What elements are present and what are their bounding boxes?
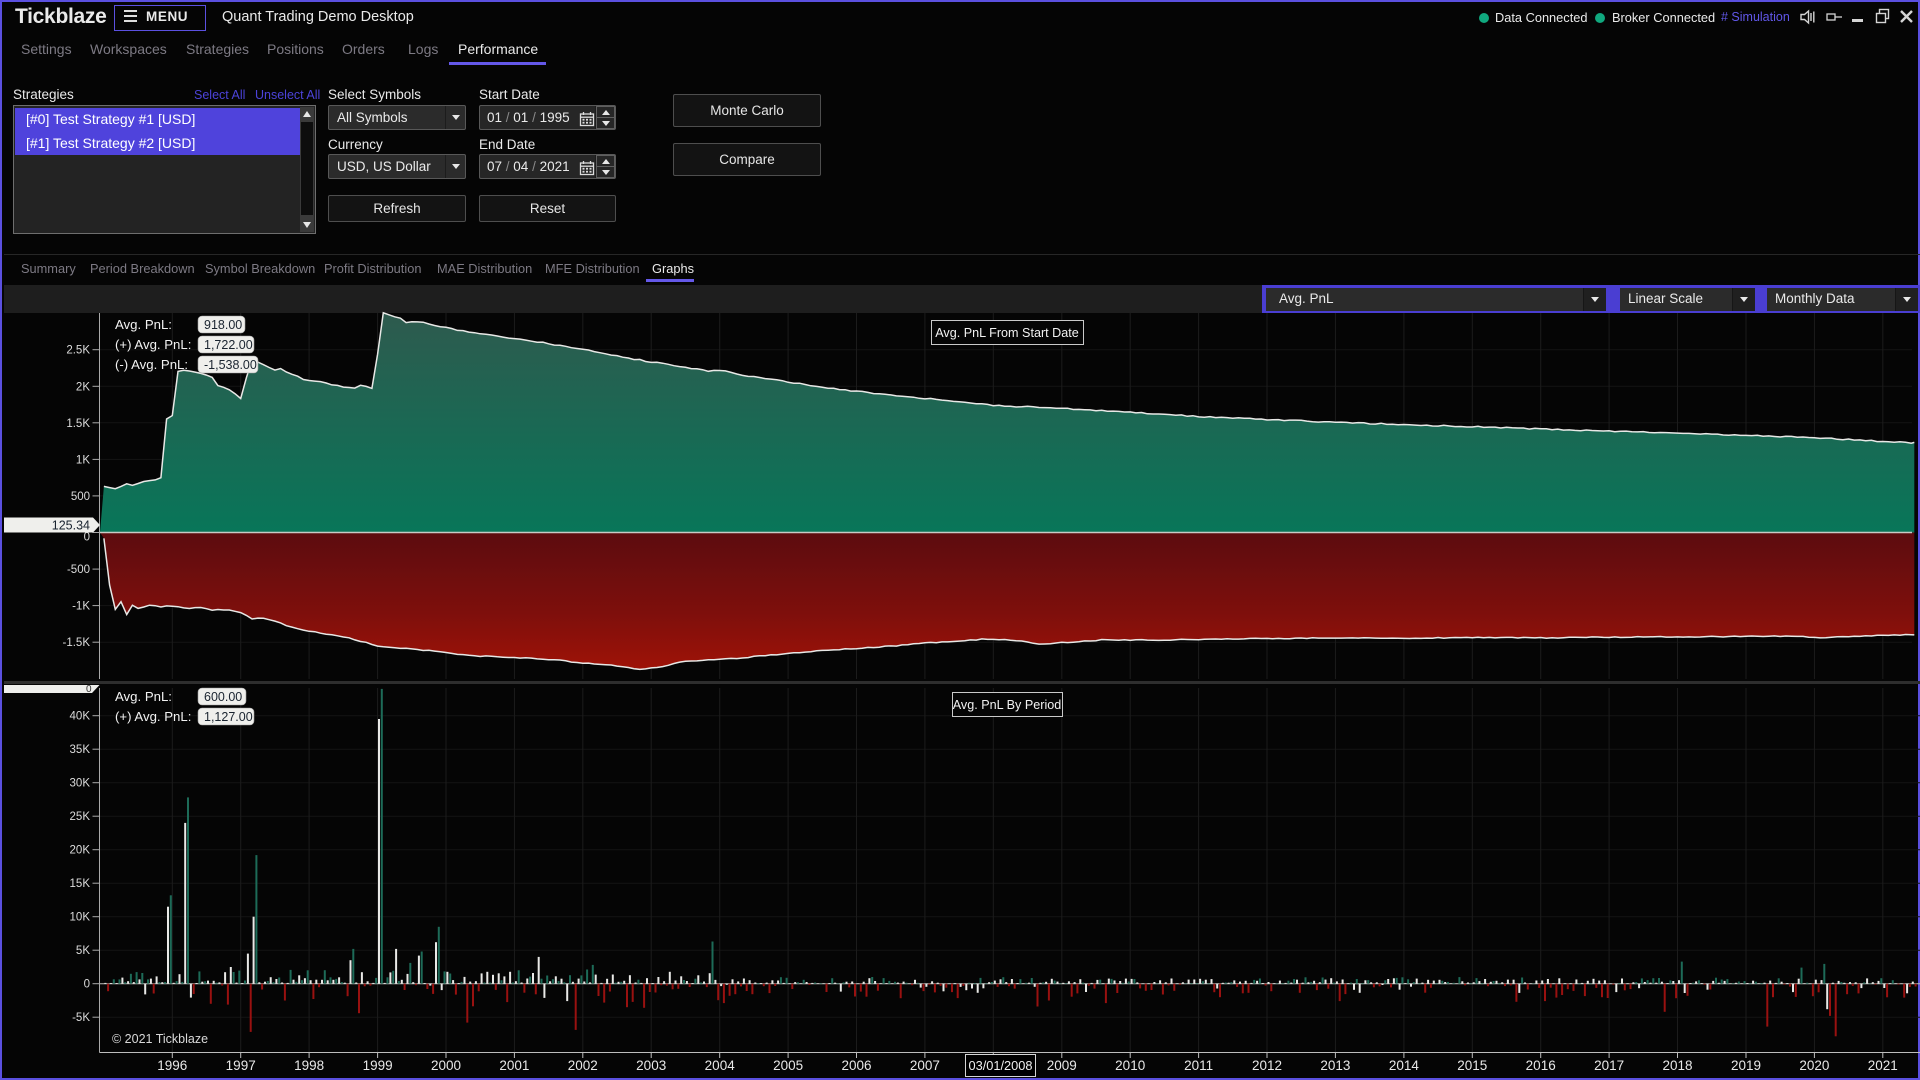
- svg-text:20K: 20K: [70, 845, 91, 857]
- svg-text:1996: 1996: [157, 1058, 187, 1073]
- svg-text:1.5K: 1.5K: [66, 418, 90, 430]
- svg-text:1997: 1997: [226, 1058, 256, 1073]
- svg-text:2003: 2003: [636, 1058, 666, 1073]
- svg-text:1K: 1K: [76, 454, 90, 466]
- svg-text:1998: 1998: [294, 1058, 324, 1073]
- svg-text:30K: 30K: [70, 778, 91, 790]
- svg-text:-1,538.00: -1,538.00: [204, 358, 257, 372]
- svg-text:2006: 2006: [841, 1058, 871, 1073]
- svg-text:1,127.00: 1,127.00: [204, 710, 253, 724]
- svg-text:-1.5K: -1.5K: [63, 637, 91, 649]
- svg-text:5K: 5K: [76, 945, 90, 957]
- svg-text:2015: 2015: [1457, 1058, 1487, 1073]
- svg-text:2017: 2017: [1594, 1058, 1624, 1073]
- svg-text:Avg. PnL:: Avg. PnL:: [115, 689, 172, 704]
- svg-text:25K: 25K: [70, 811, 91, 823]
- svg-text:Avg. PnL:: Avg. PnL:: [115, 317, 172, 332]
- svg-text:2012: 2012: [1252, 1058, 1282, 1073]
- svg-text:35K: 35K: [70, 744, 91, 756]
- svg-text:(+) Avg. PnL:: (+) Avg. PnL:: [115, 337, 191, 352]
- svg-text:2001: 2001: [499, 1058, 529, 1073]
- svg-text:600.00: 600.00: [204, 690, 242, 704]
- svg-text:2018: 2018: [1662, 1058, 1692, 1073]
- svg-text:2021: 2021: [1868, 1058, 1898, 1073]
- svg-text:2K: 2K: [76, 381, 90, 393]
- svg-text:2000: 2000: [431, 1058, 461, 1073]
- svg-text:2016: 2016: [1526, 1058, 1556, 1073]
- svg-text:15K: 15K: [70, 878, 91, 890]
- svg-text:1,722.00: 1,722.00: [204, 338, 253, 352]
- svg-text:-5K: -5K: [72, 1012, 90, 1024]
- svg-text:1999: 1999: [363, 1058, 393, 1073]
- svg-text:-500: -500: [67, 564, 90, 576]
- svg-text:10K: 10K: [70, 912, 91, 924]
- svg-text:2005: 2005: [773, 1058, 803, 1073]
- svg-text:2011: 2011: [1184, 1058, 1213, 1073]
- svg-text:-1K: -1K: [72, 601, 90, 613]
- svg-text:0: 0: [84, 532, 90, 544]
- svg-text:03/01/2008: 03/01/2008: [968, 1058, 1032, 1073]
- svg-text:(-) Avg. PnL:: (-) Avg. PnL:: [115, 357, 188, 372]
- svg-text:0: 0: [84, 979, 90, 991]
- svg-text:2004: 2004: [705, 1058, 736, 1073]
- svg-text:918.00: 918.00: [204, 318, 242, 332]
- svg-text:2007: 2007: [910, 1058, 940, 1073]
- svg-text:2013: 2013: [1320, 1058, 1350, 1073]
- svg-text:Avg. PnL From Start Date: Avg. PnL From Start Date: [935, 326, 1079, 340]
- svg-text:Avg. PnL By Period: Avg. PnL By Period: [953, 698, 1062, 712]
- svg-text:2014: 2014: [1389, 1058, 1420, 1073]
- svg-text:2019: 2019: [1731, 1058, 1761, 1073]
- svg-text:© 2021 Tickblaze: © 2021 Tickblaze: [112, 1032, 208, 1046]
- svg-text:40K: 40K: [70, 711, 91, 723]
- svg-text:2009: 2009: [1047, 1058, 1077, 1073]
- svg-text:2002: 2002: [568, 1058, 598, 1073]
- svg-text:2010: 2010: [1115, 1058, 1145, 1073]
- svg-text:2020: 2020: [1799, 1058, 1829, 1073]
- svg-text:500: 500: [71, 491, 90, 503]
- svg-text:2.5K: 2.5K: [66, 345, 90, 357]
- svg-text:(+) Avg. PnL:: (+) Avg. PnL:: [115, 709, 191, 724]
- svg-text:125.34: 125.34: [52, 519, 90, 533]
- svg-text:0: 0: [86, 684, 92, 695]
